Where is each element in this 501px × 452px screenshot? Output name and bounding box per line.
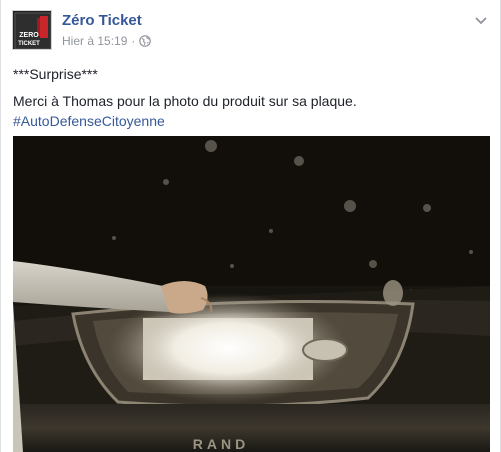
svg-text:ZERO: ZERO: [19, 32, 39, 39]
page-avatar[interactable]: ZERO TICKET: [12, 10, 52, 50]
post-text-line: ***Surprise***: [13, 66, 98, 82]
svg-text:TICKET: TICKET: [18, 41, 40, 47]
chevron-down-icon[interactable]: [474, 12, 488, 25]
post-timestamp[interactable]: Hier à 15:19: [62, 34, 127, 48]
facebook-post: ZERO TICKET Zéro Ticket Hier à 15:19 · *…: [0, 0, 501, 452]
post-message: ***Surprise*** Merci à Thomas pour la ph…: [13, 64, 488, 131]
post-meta: Hier à 15:19 ·: [62, 34, 152, 48]
post-photo[interactable]: RAND: [13, 136, 490, 452]
meta-separator: ·: [131, 34, 136, 48]
post-text-line: Merci à Thomas pour la photo du produit …: [13, 93, 357, 109]
svg-text:RAND: RAND: [193, 436, 249, 452]
globe-icon[interactable]: [139, 35, 152, 47]
hashtag-link[interactable]: #AutoDefenseCitoyenne: [13, 111, 488, 131]
page-name-link[interactable]: Zéro Ticket: [62, 12, 142, 29]
